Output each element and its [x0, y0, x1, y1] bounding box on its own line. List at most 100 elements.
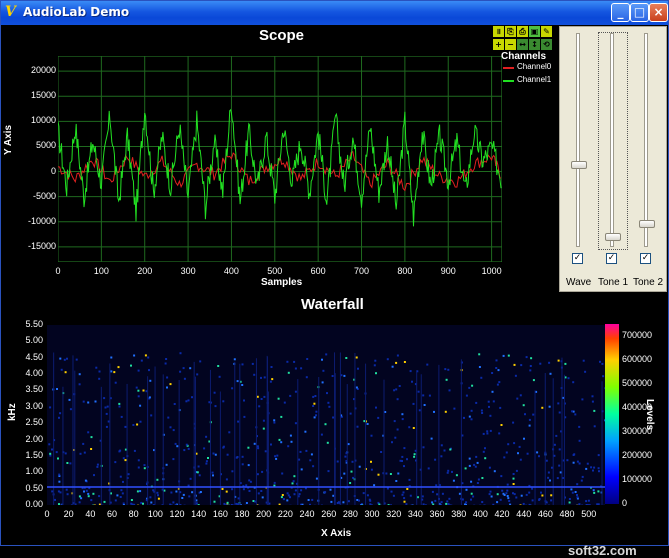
- legend-item-channel1[interactable]: Channel1: [501, 75, 561, 88]
- waterfall-cell: [593, 492, 595, 494]
- waterfall-cell: [413, 403, 415, 405]
- waterfall-cell: [466, 489, 468, 491]
- waterfall-cell: [69, 399, 71, 401]
- maximize-button[interactable]: □: [630, 3, 649, 22]
- waterfall-cell: [575, 491, 577, 493]
- copy-icon[interactable]: ⎘: [505, 26, 516, 37]
- colorbar-tick: 600000: [622, 354, 652, 364]
- waterfall-cell: [488, 406, 490, 408]
- legend-item-channel0[interactable]: Channel0: [501, 62, 561, 75]
- waterfall-cell: [275, 458, 277, 460]
- waterfall-cell: [281, 473, 283, 475]
- waterfall-cell: [87, 431, 89, 433]
- waterfall-cell: [279, 504, 281, 505]
- waterfall-cell: [434, 500, 436, 502]
- waterfall-cell: [520, 459, 522, 461]
- legend-label: Channel0: [517, 62, 551, 71]
- wave-checkbox[interactable]: ✓: [572, 253, 583, 264]
- waterfall-cell: [423, 446, 425, 448]
- zoom-y-icon[interactable]: ↕: [529, 39, 540, 50]
- waterfall-cell: [64, 359, 66, 361]
- waterfall-cell: [308, 499, 310, 501]
- waterfall-cell: [82, 443, 84, 445]
- waterfall-cell: [371, 435, 373, 437]
- slider-track: [610, 33, 614, 247]
- waterfall-cell: [508, 355, 510, 357]
- waterfall-cell: [442, 493, 444, 495]
- waterfall-cell: [79, 373, 81, 375]
- waterfall-cell: [394, 437, 396, 439]
- save-icon[interactable]: ▣: [529, 26, 540, 37]
- slider-thumb[interactable]: [571, 161, 587, 169]
- waterfall-cell: [337, 461, 339, 463]
- slider-thumb[interactable]: [639, 220, 655, 228]
- zoom-out-icon[interactable]: −: [505, 39, 516, 50]
- waterfall-cell: [529, 504, 531, 505]
- colorbar-tick: 300000: [622, 426, 652, 436]
- waterfall-cell: [330, 501, 332, 503]
- close-button[interactable]: ×: [649, 3, 668, 22]
- minimize-button[interactable]: _: [611, 3, 630, 22]
- print-icon[interactable]: ⎙: [517, 26, 528, 37]
- waterfall-cell: [214, 392, 216, 394]
- waterfall-cell: [313, 403, 315, 405]
- waterfall-cell: [408, 426, 410, 428]
- waterfall-cell: [332, 375, 334, 377]
- waterfall-cell: [250, 481, 252, 483]
- tone2-checkbox[interactable]: ✓: [640, 253, 651, 264]
- waterfall-cell: [80, 497, 82, 499]
- waterfall-cell: [431, 501, 433, 503]
- waterfall-cell: [477, 482, 479, 484]
- waterfall-x-tick: 60: [107, 509, 117, 519]
- slider-tone-2[interactable]: [633, 33, 661, 249]
- waterfall-cell: [149, 380, 151, 382]
- waterfall-cell: [327, 402, 329, 404]
- waterfall-cell: [470, 481, 472, 483]
- waterfall-cell: [549, 406, 551, 408]
- waterfall-cell: [107, 406, 109, 408]
- waterfall-cell: [456, 474, 458, 476]
- waterfall-cell: [144, 464, 146, 466]
- waterfall-cell: [144, 467, 146, 469]
- scope-y-tick: -10000: [28, 216, 56, 226]
- zoom-x-icon[interactable]: ↔: [517, 39, 528, 50]
- waterfall-cell: [196, 502, 198, 504]
- slider-tone-1[interactable]: [599, 33, 627, 249]
- waterfall-cell: [237, 456, 239, 458]
- waterfall-cell: [489, 415, 491, 417]
- waterfall-cell: [128, 473, 130, 475]
- waterfall-cell: [106, 426, 108, 428]
- waterfall-cell: [227, 502, 229, 504]
- waterfall-cell: [147, 357, 149, 359]
- pause-icon[interactable]: ॥: [493, 26, 504, 37]
- waterfall-cell: [557, 477, 559, 479]
- scope-plot[interactable]: [58, 56, 502, 262]
- waterfall-cell: [332, 417, 334, 419]
- slider-thumb[interactable]: [605, 233, 621, 241]
- zoom-reset-icon[interactable]: ⟲: [541, 39, 552, 50]
- waterfall-cell: [507, 495, 509, 497]
- waterfall-cell: [503, 456, 505, 458]
- waterfall-cell: [276, 455, 278, 457]
- waterfall-cell: [592, 470, 594, 472]
- waterfall-x-tick: 120: [170, 509, 185, 519]
- waterfall-y-tick: 0.00: [25, 499, 43, 509]
- waterfall-cell: [270, 444, 272, 446]
- waterfall-cell: [481, 412, 483, 414]
- tone1-checkbox[interactable]: ✓: [606, 253, 617, 264]
- waterfall-cell: [51, 490, 53, 492]
- waterfall-cell: [406, 488, 408, 490]
- waterfall-cell: [115, 382, 117, 384]
- settings-icon[interactable]: ✎: [541, 26, 552, 37]
- waterfall-cell: [231, 488, 233, 490]
- waterfall-cell: [141, 360, 143, 362]
- title-bar[interactable]: V AudioLab Demo _ □ ×: [1, 1, 668, 25]
- waterfall-cell: [592, 401, 594, 403]
- waterfall-cell: [169, 504, 171, 505]
- waterfall-cell: [391, 491, 393, 493]
- waterfall-plot[interactable]: [47, 325, 605, 505]
- waterfall-cell: [302, 504, 304, 505]
- waterfall-cell: [453, 408, 455, 410]
- slider-wave[interactable]: [565, 33, 593, 249]
- zoom-in-icon[interactable]: +: [493, 39, 504, 50]
